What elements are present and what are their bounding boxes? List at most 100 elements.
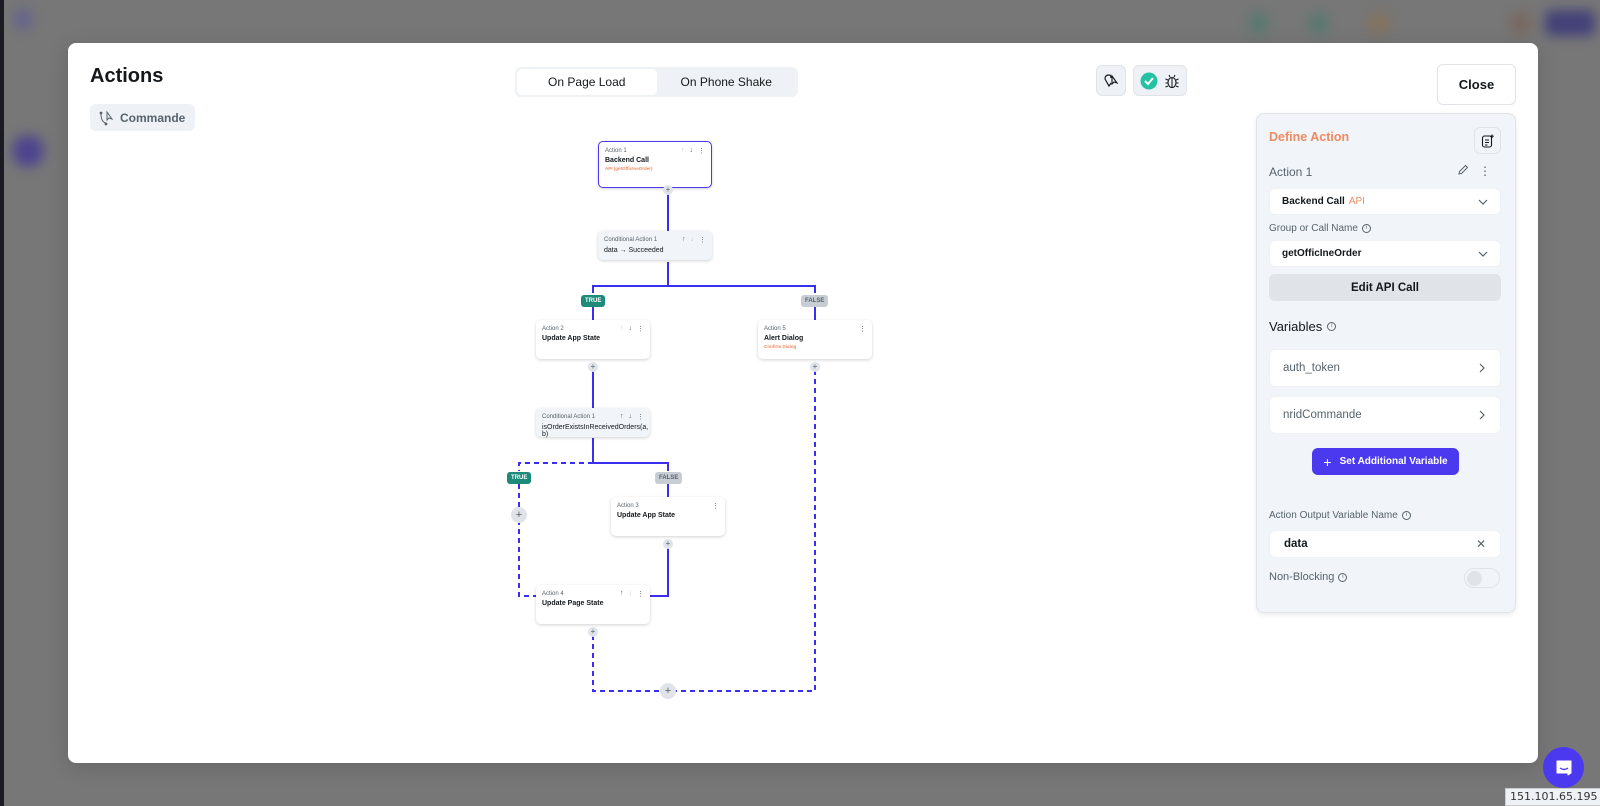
info-icon[interactable]: i [1338,572,1348,582]
variable-row-auth-token[interactable]: auth_token [1269,349,1501,387]
support-chat-button[interactable] [1543,747,1584,788]
action-node-5[interactable]: Action 5 Alert Dialog Confirm Dialog ⋮ [758,320,872,366]
chevron-right-icon [1479,363,1485,373]
toggle-knob [1467,571,1482,586]
connector-c2-false [592,438,669,471]
add-merge-action-button[interactable]: + [660,683,676,699]
variable-row-nrid-commande[interactable]: nridCommande [1269,396,1501,434]
node-title: Alert Dialog [764,335,804,342]
plus-icon: + [1323,453,1332,470]
move-down-icon[interactable]: ↓ [629,590,633,598]
node-controls: ↑ ↓ ⋮ [620,413,644,421]
edit-pencil-icon[interactable] [1457,164,1469,176]
connector-true-a4 [518,484,537,597]
node-label: Action 5 [764,326,786,332]
more-vert-icon[interactable]: ⋮ [1479,164,1491,178]
action-type-tag: API [1348,196,1365,207]
true-badge: TRUE [507,472,532,484]
chat-icon [1556,760,1571,775]
conditional-node-2[interactable]: Conditional Action 1 isOrderExistsInRece… [536,408,650,438]
edit-api-call-button[interactable]: Edit API Call [1269,274,1501,301]
node-title: data → Succeeded [604,247,664,254]
background-button [1545,10,1595,36]
move-up-icon[interactable]: ↑ [620,413,624,421]
node-controls: ⋮ [712,502,719,510]
info-icon[interactable]: i [1327,322,1337,331]
connector-c2-true [518,462,593,471]
action-node-4[interactable]: Action 4 Update Page State ↑ ↓ ⋮ [536,585,650,631]
node-subtitle: Confirm Dialog [764,344,797,349]
more-vert-icon[interactable]: ⋮ [637,590,644,598]
clear-icon[interactable]: ✕ [1476,537,1486,551]
move-down-icon[interactable]: ↓ [629,325,633,333]
add-true-branch-button[interactable]: + [511,507,527,523]
action-node-3[interactable]: Action 3 Update App State ⋮ [611,497,725,543]
variables-title: Variables [1269,319,1323,334]
move-down-icon[interactable]: ↓ [690,147,694,155]
note-add-icon [1481,134,1494,148]
add-note-button[interactable] [1474,127,1501,154]
close-button[interactable]: Close [1437,64,1516,105]
non-blocking-toggle[interactable] [1464,568,1500,588]
move-up-icon[interactable]: ↑ [620,325,624,333]
more-vert-icon[interactable]: ⋮ [712,502,719,510]
true-badge: TRUE [581,295,606,307]
output-variable-value: data [1284,538,1308,550]
more-vert-icon[interactable]: ⋮ [859,325,866,333]
action-type-select[interactable]: Backend Call API [1269,188,1501,215]
group-call-select[interactable]: getOfficIneOrder [1269,240,1501,267]
move-up-icon[interactable]: ↑ [682,236,686,244]
more-vert-icon[interactable]: ⋮ [637,325,644,333]
action-name: Action 1 [1269,165,1313,179]
move-down-icon[interactable]: ↓ [629,413,633,421]
add-action-button[interactable]: + [663,185,673,195]
more-vert-icon[interactable]: ⋮ [637,413,644,421]
actions-modal: Actions Commande On Page Load On Phone S… [68,43,1538,763]
non-blocking-label-text: Non-Blocking [1269,571,1335,583]
add-action-button[interactable]: + [810,362,820,372]
connector-a3-a4 [650,547,669,597]
info-icon[interactable]: i [1401,511,1411,520]
node-controls: ↑ ↓ ⋮ [620,590,644,598]
info-icon[interactable]: i [1361,224,1371,233]
node-label: Action 3 [617,503,639,509]
set-variable-label: Set Additional Variable [1339,456,1448,467]
output-variable-label-text: Action Output Variable Name [1269,510,1398,521]
move-down-icon[interactable]: ↓ [691,236,695,244]
group-call-label: Group or Call Name i [1269,223,1371,234]
variable-name: auth_token [1283,362,1340,374]
more-vert-icon[interactable]: ⋮ [698,147,705,155]
group-call-value: getOfficIneOrder [1282,248,1362,259]
add-action-button[interactable]: + [588,627,598,637]
background-icon [1510,12,1532,34]
background-icon [1368,12,1390,34]
node-controls: ↑ ↓ ⋮ [681,147,705,155]
node-title: isOrderExistsInReceivedOrders(a, b) [542,424,649,438]
action-flow-canvas[interactable]: Action 1 Backend Call API (getOfficIneOr… [68,43,1228,763]
move-up-icon[interactable]: ↑ [620,590,624,598]
conditional-node-1[interactable]: Conditional Action 1 data → Succeeded ↑ … [598,231,712,260]
group-call-label-text: Group or Call Name [1269,223,1358,234]
false-badge: FALSE [801,295,829,307]
variable-name: nridCommande [1283,409,1362,421]
set-additional-variable-button[interactable]: + Set Additional Variable [1312,448,1459,475]
action-node-1[interactable]: Action 1 Backend Call API (getOfficIneOr… [598,141,712,188]
chevron-down-icon [1478,199,1488,205]
add-action-button[interactable]: + [588,362,598,372]
more-vert-icon[interactable]: ⋮ [699,236,706,244]
node-controls: ⋮ [859,325,866,333]
action-type-value: Backend Call [1282,196,1345,207]
add-action-button[interactable]: + [663,539,673,549]
node-controls: ↑ ↓ ⋮ [682,236,706,244]
action-node-2[interactable]: Action 2 Update App State ↑ ↓ ⋮ [536,320,650,366]
background-icon [1247,12,1269,34]
connector-c1-split [592,262,816,293]
node-subtitle: API (getOfficIneOrder) [605,166,653,171]
background-left-strip [0,0,4,806]
move-up-icon[interactable]: ↑ [681,147,685,155]
define-action-panel: Define Action Action 1 ⋮ Backend Call AP… [1256,113,1516,613]
non-blocking-label: Non-Blocking i [1269,571,1348,583]
node-title: Backend Call [605,157,649,164]
output-variable-input[interactable]: data ✕ [1269,530,1501,558]
node-title: Update App State [617,512,676,519]
